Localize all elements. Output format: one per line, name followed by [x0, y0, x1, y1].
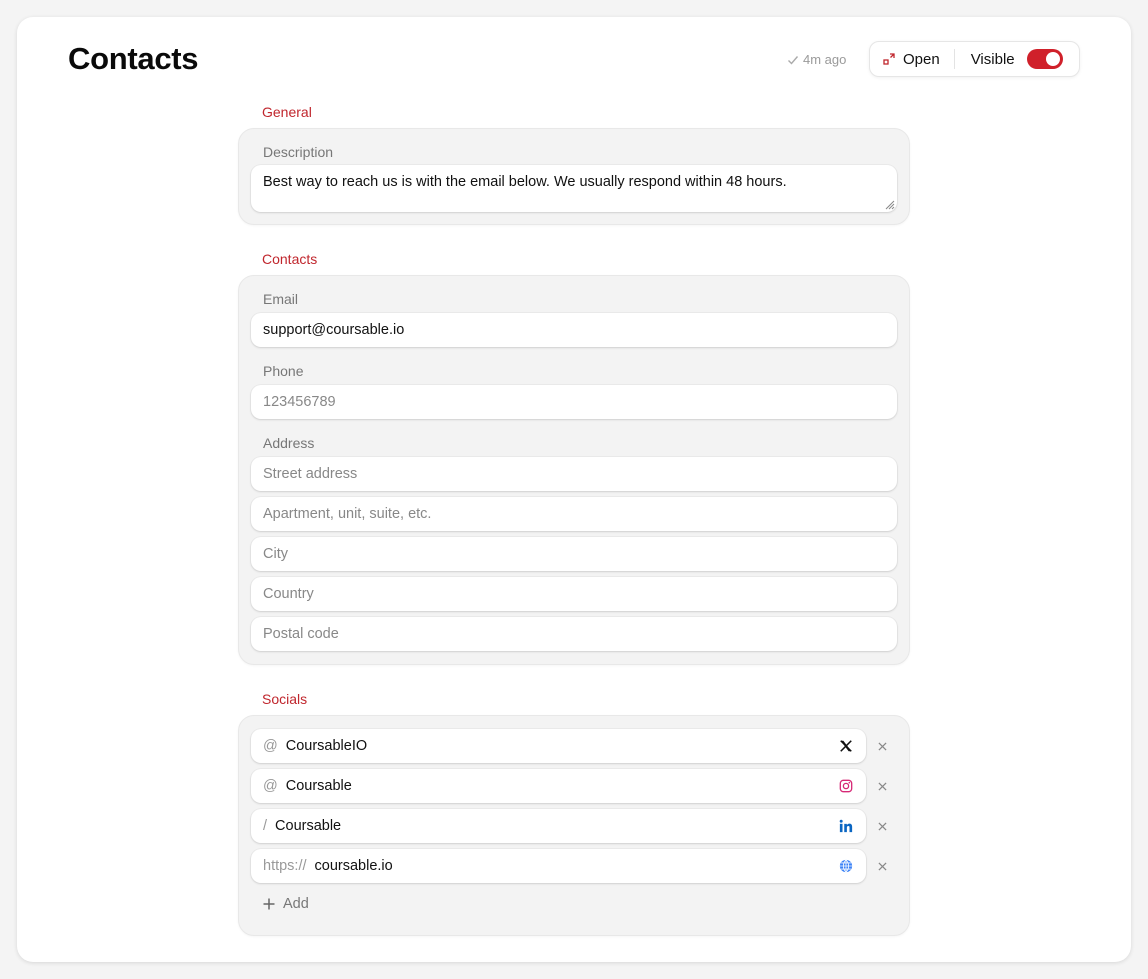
open-label: Open: [903, 50, 940, 68]
social-value: coursable.io: [314, 858, 393, 874]
postal-code-input[interactable]: Postal code: [251, 617, 897, 651]
close-icon: [877, 821, 887, 831]
page-title: Contacts: [68, 41, 199, 76]
description-value: Best way to reach us is with the email b…: [263, 174, 787, 190]
phone-label: Phone: [263, 363, 304, 379]
social-row-x[interactable]: @ CoursableIO: [251, 729, 866, 763]
instagram-icon: [838, 778, 854, 794]
visible-label: Visible: [970, 50, 1015, 68]
description-label: Description: [263, 144, 334, 160]
social-value: Coursable: [285, 778, 352, 794]
check-icon: [788, 55, 799, 65]
add-label: Add: [283, 896, 309, 912]
country-input[interactable]: Country: [251, 577, 897, 611]
add-social-button[interactable]: Add: [263, 896, 309, 912]
visibility-control: Visible: [955, 49, 1063, 69]
social-prefix: https://: [263, 858, 307, 874]
close-icon: [877, 781, 887, 791]
social-value: Coursable: [275, 818, 342, 834]
globe-icon: [838, 858, 854, 874]
linkedin-icon: [838, 818, 854, 834]
save-status: 4m ago: [787, 52, 846, 67]
general-panel: Description Best way to reach us is with…: [238, 128, 910, 225]
city-input[interactable]: City: [251, 537, 897, 571]
header-toolbar: Open Visible: [869, 41, 1080, 77]
phone-input[interactable]: 123456789: [251, 385, 897, 419]
expand-icon: [883, 53, 895, 65]
social-row-instagram[interactable]: @ Coursable: [251, 769, 866, 803]
apartment-input[interactable]: Apartment, unit, suite, etc.: [251, 497, 897, 531]
contacts-panel: Email support@coursable.io Phone 1234567…: [238, 275, 910, 665]
email-input[interactable]: support@coursable.io: [251, 313, 897, 347]
resize-handle-icon[interactable]: [883, 198, 895, 210]
street-address-input[interactable]: Street address: [251, 457, 897, 491]
save-status-text: 4m ago: [803, 52, 847, 67]
section-label-socials: Socials: [262, 691, 308, 707]
visible-toggle[interactable]: [1026, 49, 1063, 69]
contacts-card: Contacts 4m ago Open Visible General Des…: [17, 17, 1131, 962]
social-row-linkedin[interactable]: / Coursable: [251, 809, 866, 843]
remove-social-button[interactable]: [875, 819, 889, 833]
description-textarea[interactable]: Best way to reach us is with the email b…: [251, 165, 897, 212]
section-label-general: General: [262, 104, 312, 120]
close-icon: [877, 741, 887, 751]
remove-social-button[interactable]: [875, 739, 889, 753]
address-label: Address: [263, 435, 315, 451]
remove-social-button[interactable]: [875, 859, 889, 873]
plus-icon: [263, 898, 275, 910]
email-label: Email: [263, 291, 299, 307]
social-prefix: /: [263, 818, 268, 834]
open-button[interactable]: Open: [870, 51, 954, 68]
social-prefix: @: [263, 778, 278, 794]
social-row-website[interactable]: https:// coursable.io: [251, 849, 866, 883]
social-prefix: @: [263, 738, 278, 754]
section-label-contacts: Contacts: [262, 251, 318, 267]
x-twitter-icon: [838, 738, 854, 754]
socials-panel: @ CoursableIO @ Coursable / Coursable ht…: [238, 715, 910, 936]
close-icon: [877, 861, 887, 871]
social-value: CoursableIO: [285, 738, 368, 754]
remove-social-button[interactable]: [875, 779, 889, 793]
